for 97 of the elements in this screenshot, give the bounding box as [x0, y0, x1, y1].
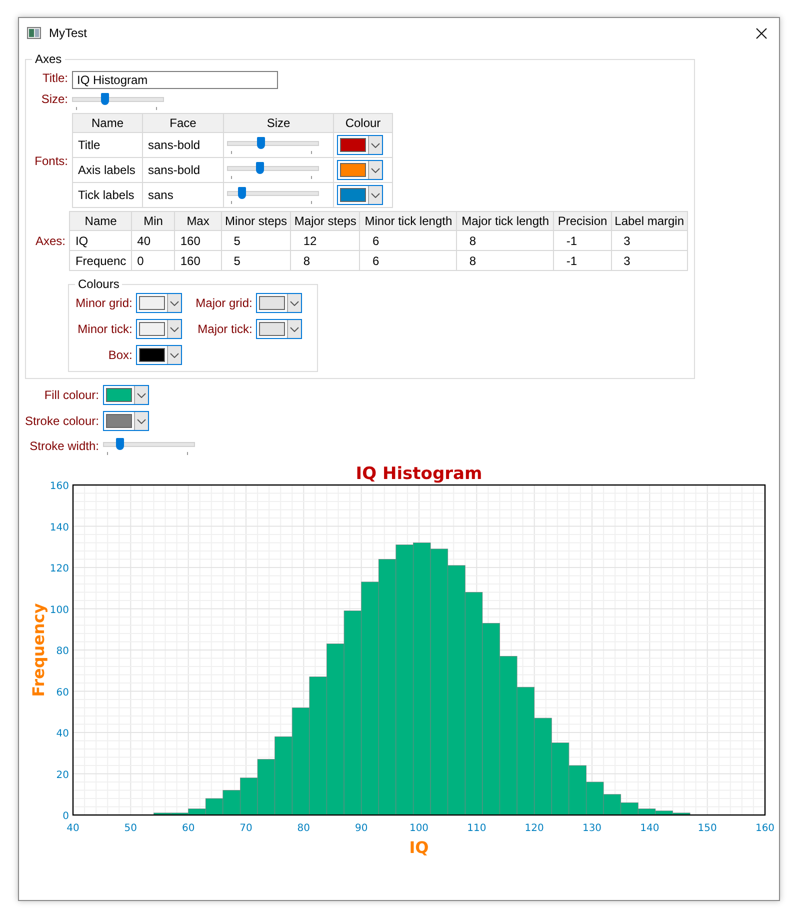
field-label: Title:	[41, 71, 69, 85]
table-cell: Frequenc	[75, 254, 126, 268]
window-title: MyTest	[49, 26, 88, 40]
field-label: Axes:	[34, 234, 66, 248]
field-label: Minor tick:	[78, 322, 132, 336]
tick-label: 100	[409, 823, 429, 834]
chevron-down-icon	[170, 326, 180, 332]
size-slider[interactable]	[72, 92, 164, 110]
table-cell: 8	[303, 254, 310, 268]
table-cell: sans-bold	[142, 132, 224, 158]
column-header: Major steps	[290, 212, 360, 230]
tick-label: 40	[66, 823, 80, 834]
table-cell: -1	[566, 234, 577, 248]
column-header: Major tick length	[456, 212, 554, 230]
table-cell: 8	[469, 234, 476, 248]
tick-label: 80	[56, 646, 69, 657]
colour-picker[interactable]	[337, 135, 383, 155]
tick-label: 0	[62, 811, 69, 822]
chevron-down-icon	[371, 168, 380, 172]
group-title: Axes	[34, 52, 63, 66]
chart-title: IQ Histogram	[356, 464, 482, 484]
column-header: Size	[224, 114, 334, 132]
chevron-down-icon	[137, 418, 146, 424]
group-title: Colours	[77, 277, 120, 291]
table-cell: IQ	[75, 234, 88, 248]
chevron-down-icon	[290, 300, 300, 306]
table-cell: Title	[72, 132, 142, 158]
tick-label: 60	[182, 823, 195, 834]
stroke-width-slider[interactable]	[103, 437, 195, 455]
field-label: Minor grid:	[76, 296, 132, 310]
app-icon	[27, 27, 41, 39]
table-cell: 8	[469, 254, 476, 268]
column-header: Min	[132, 212, 175, 230]
table-cell: 40	[137, 234, 151, 248]
table-cell: 6	[372, 234, 380, 248]
tick-label: 160	[50, 481, 69, 492]
tick-label: 50	[124, 823, 138, 834]
field-label: Fonts:	[34, 154, 69, 168]
field-label: Box:	[108, 348, 132, 362]
field-label: Fill colour:	[44, 388, 99, 402]
chevron-down-icon	[170, 352, 180, 358]
table-cell: 6	[372, 254, 380, 268]
close-icon[interactable]	[756, 28, 767, 38]
field-label: Major grid:	[196, 296, 252, 310]
column-header: Name	[72, 114, 142, 132]
column-header: Minor tick length	[360, 212, 457, 230]
axis-title: Frequency	[29, 603, 48, 697]
axis-title: IQ	[409, 838, 429, 857]
column-header: Colour	[334, 114, 392, 132]
tick-label: 80	[297, 823, 310, 834]
tick-label: 120	[50, 564, 69, 574]
column-header: Label margin	[611, 212, 688, 230]
tick-label: 60	[56, 687, 69, 698]
tick-label: 40	[56, 728, 69, 740]
tick-label: 70	[240, 823, 252, 834]
field-label: Size:	[40, 92, 69, 106]
field-label: Major tick:	[198, 322, 252, 336]
tick-label: 130	[582, 823, 602, 834]
table-cell: 12	[303, 234, 317, 248]
tick-label: 120	[524, 823, 544, 834]
field-label: Stroke width:	[30, 439, 99, 453]
table-cell: 160	[180, 254, 200, 268]
chevron-down-icon	[371, 192, 380, 198]
table-cell: 5	[234, 234, 240, 248]
table-cell: Axis labels	[72, 158, 142, 182]
tick-label: 110	[467, 823, 486, 834]
field-label: Stroke colour:	[24, 414, 99, 428]
tick-label: 140	[640, 823, 660, 834]
tick-label: 90	[354, 823, 368, 834]
tick-label: 20	[56, 770, 69, 781]
table-cell: sans-bold	[142, 158, 224, 182]
column-header: Minor steps	[221, 212, 291, 230]
table-cell: -1	[566, 254, 577, 268]
table-cell: 5	[234, 254, 240, 268]
size-slider[interactable]	[227, 136, 319, 154]
table-cell: 3	[624, 254, 630, 268]
tick-label: 150	[698, 823, 717, 834]
title-field[interactable]: IQ Histogram	[72, 71, 278, 89]
size-slider[interactable]	[227, 186, 319, 204]
chevron-down-icon	[371, 142, 380, 148]
chevron-down-icon	[137, 392, 146, 398]
chevron-down-icon	[170, 300, 180, 306]
table-cell: 0	[137, 254, 144, 268]
table-cell: sans	[142, 182, 224, 208]
tick-label: 160	[755, 823, 775, 834]
column-header: Face	[142, 114, 224, 132]
column-header: Name	[70, 212, 132, 230]
tick-label: 100	[50, 604, 69, 616]
table-cell: 3	[624, 234, 630, 248]
tick-label: 140	[50, 522, 69, 534]
colour-picker[interactable]	[136, 345, 182, 365]
chevron-down-icon	[290, 326, 300, 332]
table-cell: 160	[180, 234, 200, 248]
column-header: Max	[174, 212, 222, 230]
column-header: Precision	[554, 212, 612, 230]
size-slider[interactable]	[227, 161, 319, 179]
table-cell: Tick labels	[72, 182, 142, 208]
